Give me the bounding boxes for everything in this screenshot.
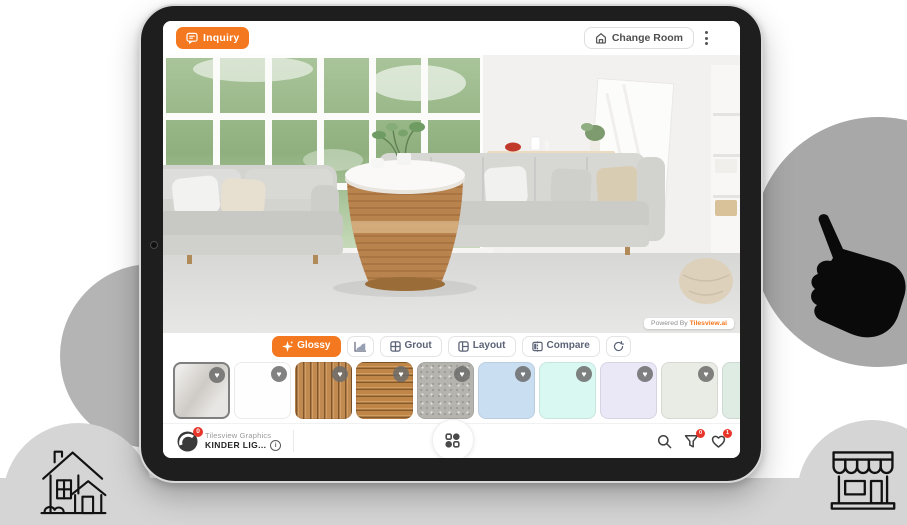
favorite-heart-icon[interactable]: ♥ (698, 366, 714, 382)
inquiry-button[interactable]: Inquiry (176, 27, 249, 49)
top-bar: Inquiry Change Room (163, 21, 740, 55)
footer-divider (293, 430, 294, 452)
tile-swatch-grey-speckle[interactable]: ♥ (417, 362, 474, 419)
room-preview: Powered By Tilesview.ai (163, 55, 740, 333)
bottom-bar: 0 Tilesview Graphics KINDER LIG... i (163, 423, 740, 458)
filter-badge: 0 (696, 429, 705, 438)
favorite-heart-icon[interactable]: ♥ (515, 366, 531, 382)
compare-label: Compare (547, 341, 590, 351)
glossy-label: Glossy (297, 341, 330, 351)
brand-logo[interactable]: 0 (177, 431, 198, 452)
click-hand-icon (792, 212, 906, 352)
catalog-fab-button[interactable] (432, 419, 474, 458)
sparkle-icon (282, 341, 293, 352)
chat-icon (186, 32, 198, 44)
change-room-button[interactable]: Change Room (584, 27, 694, 49)
grout-label: Grout (405, 341, 432, 351)
favorite-heart-icon[interactable]: ♥ (332, 366, 348, 382)
favorite-heart-icon[interactable]: ♥ (393, 366, 409, 382)
filter-icon[interactable]: 0 (684, 434, 699, 449)
tile-swatch-mint[interactable]: ♥ (539, 362, 596, 419)
layout-icon (458, 341, 469, 352)
tilesview-brand: Tilesview.ai (690, 320, 727, 327)
tablet-mockup: Inquiry Change Room (139, 4, 763, 483)
grid-icon (390, 341, 401, 352)
search-icon[interactable] (657, 434, 672, 449)
layout-label: Layout (473, 341, 506, 351)
powered-by-prefix: Powered By (651, 320, 690, 327)
change-room-label: Change Room (612, 32, 683, 44)
favorite-heart-icon[interactable]: ♥ (454, 366, 470, 382)
tile-strip: ♥ ♥ ♥ ♥ ♥ ♥ ♥ ♥ ♥ ♥ (163, 359, 740, 423)
area-chart-icon (354, 341, 367, 352)
tile-swatch-light-blue[interactable]: ♥ (478, 362, 535, 419)
room-photo (163, 55, 740, 333)
surface-chart-button[interactable] (347, 336, 374, 357)
shop-icon (818, 448, 907, 514)
selection-info: Tilesview Graphics KINDER LIG... i (205, 431, 281, 451)
footer-icons: 0 1 (657, 434, 726, 449)
apps-grid-icon (445, 433, 460, 448)
inquiry-label: Inquiry (203, 32, 239, 44)
glossy-button[interactable]: Glossy (272, 336, 340, 357)
favorite-heart-icon[interactable]: ♥ (576, 366, 592, 382)
favorite-heart-icon[interactable]: ♥ (637, 366, 653, 382)
tile-swatch-wood-horizontal[interactable]: ♥ (356, 362, 413, 419)
wishlist-icon[interactable]: 1 (711, 434, 726, 449)
favorite-heart-icon[interactable]: ♥ (209, 367, 225, 383)
reset-button[interactable] (606, 336, 631, 357)
logo-badge: 0 (193, 427, 203, 437)
layout-button[interactable]: Layout (448, 336, 516, 357)
app-screen: Inquiry Change Room (163, 21, 740, 458)
tile-swatch-white[interactable]: ♥ (234, 362, 291, 419)
front-camera-dot (150, 241, 158, 249)
wishlist-badge: 1 (723, 429, 732, 438)
info-icon[interactable]: i (270, 440, 281, 451)
favorite-heart-icon[interactable]: ♥ (271, 366, 287, 382)
house-icon (30, 446, 112, 518)
hero-stage: Inquiry Change Room (0, 0, 907, 525)
store-name: Tilesview Graphics (205, 431, 281, 440)
tool-row: Glossy Grout Layout Compare (163, 333, 740, 359)
selected-tile-name: KINDER LIG... (205, 440, 266, 451)
grout-button[interactable]: Grout (380, 336, 442, 357)
top-bar-right: Change Room (584, 27, 710, 49)
tile-swatch-sage[interactable]: ♥ (661, 362, 718, 419)
compare-button[interactable]: Compare (522, 336, 600, 357)
tile-swatch-grey-marble[interactable]: ♥ (173, 362, 230, 419)
powered-by-watermark: Powered By Tilesview.ai (644, 318, 734, 329)
home-icon (595, 32, 607, 44)
compare-icon (532, 341, 543, 352)
more-menu-icon[interactable] (703, 29, 710, 47)
tile-swatch-lavender[interactable]: ♥ (600, 362, 657, 419)
tile-swatch-wood-vertical[interactable]: ♥ (295, 362, 352, 419)
refresh-icon (613, 341, 624, 352)
tile-swatch-pale-green[interactable]: ♥ (722, 362, 740, 419)
